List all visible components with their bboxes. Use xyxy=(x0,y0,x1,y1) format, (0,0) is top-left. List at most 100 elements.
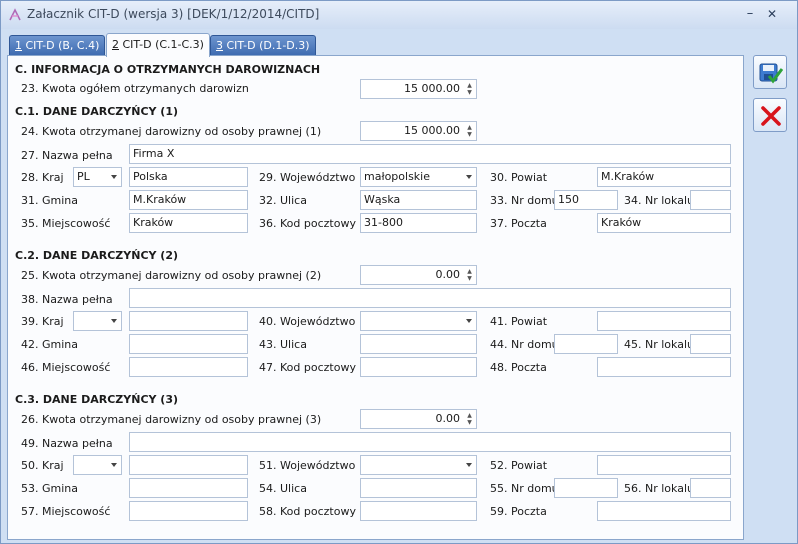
window-title: Załacznik CIT-D (wersja 3) [DEK/1/12/201… xyxy=(27,7,320,21)
donor-amount-value: 0.00 xyxy=(435,412,461,425)
donor-section-header: C.2. DANE DARCZYŃCY (2) xyxy=(15,249,179,262)
donor-name-input[interactable] xyxy=(129,432,731,452)
donor-house-label: 55. Nr domu xyxy=(490,482,559,495)
donor-house-input[interactable]: 150 xyxy=(554,190,618,210)
donor-voivodeship-select[interactable] xyxy=(360,311,477,331)
donor-country-code-select[interactable] xyxy=(73,311,122,331)
donor-flat-input[interactable] xyxy=(690,190,731,210)
donor-flat-label: 45. Nr lokalu xyxy=(624,338,694,351)
donor-county-label: 52. Powiat xyxy=(490,459,548,472)
donor-street-input[interactable]: Wąska xyxy=(360,190,477,210)
donor-country-value: Polska xyxy=(133,170,168,183)
donor-country-input[interactable]: Polska xyxy=(129,167,248,187)
donor-amount-input[interactable]: 15 000.00 ▲ ▼ xyxy=(360,121,477,141)
tab-key: 3 xyxy=(216,39,223,52)
donor-section-header: C.3. DANE DARCZYŃCY (3) xyxy=(15,393,179,406)
donor-house-input[interactable] xyxy=(554,334,618,354)
donor-commune-input[interactable]: M.Kraków xyxy=(129,190,248,210)
donor-county-label: 41. Powiat xyxy=(490,315,548,328)
donor-street-label: 32. Ulica xyxy=(259,194,307,207)
spin-arrows-icon[interactable]: ▲ ▼ xyxy=(465,124,474,138)
save-confirm-icon xyxy=(759,63,783,84)
donor-postcode-input[interactable]: 31-800 xyxy=(360,213,477,233)
donor-postcode-value: 31-800 xyxy=(364,216,403,229)
save-button[interactable] xyxy=(753,55,787,89)
total-donations-label: 23. Kwota ogółem otrzymanych darowizn xyxy=(21,82,249,95)
donor-city-input[interactable]: Kraków xyxy=(129,213,248,233)
donor-amount-label: 25. Kwota otrzymanej darowizny od osoby … xyxy=(21,269,322,282)
donor-postcode-input[interactable] xyxy=(360,501,477,521)
donor-name-label: 27. Nazwa pełna xyxy=(21,149,113,162)
close-button[interactable]: ✕ xyxy=(761,5,783,23)
donor-name-value: Firma X xyxy=(133,147,175,160)
donor-country-code-select[interactable]: PL xyxy=(73,167,122,187)
donor-post-label: 59. Poczta xyxy=(490,505,547,518)
spin-arrows-icon[interactable]: ▲ ▼ xyxy=(465,412,474,426)
donor-country-code-select[interactable] xyxy=(73,455,122,475)
donor-house-label: 33. Nr domu xyxy=(490,194,559,207)
chevron-down-icon xyxy=(466,463,472,467)
dialog-window: Załacznik CIT-D (wersja 3) [DEK/1/12/201… xyxy=(0,0,798,544)
donor-post-value: Kraków xyxy=(601,216,642,229)
donor-street-label: 54. Ulica xyxy=(259,482,307,495)
donor-commune-label: 31. Gmina xyxy=(21,194,78,207)
app-icon xyxy=(9,8,21,21)
donor-name-input[interactable] xyxy=(129,288,731,308)
donor-city-input[interactable] xyxy=(129,501,248,521)
minimize-button[interactable]: – xyxy=(739,5,761,23)
spin-arrows-icon[interactable]: ▲ ▼ xyxy=(465,268,474,282)
donor-commune-label: 53. Gmina xyxy=(21,482,78,495)
donor-county-input[interactable] xyxy=(597,311,731,331)
donor-commune-label: 42. Gmina xyxy=(21,338,78,351)
total-donations-input[interactable]: 15 000.00 ▲ ▼ xyxy=(360,79,477,99)
donor-name-label: 49. Nazwa pełna xyxy=(21,437,113,450)
donor-postcode-input[interactable] xyxy=(360,357,477,377)
donor-flat-input[interactable] xyxy=(690,478,731,498)
tab-cit-d-c1-c3[interactable]: 2 CIT-D (C.1-C.3) xyxy=(106,33,210,57)
chevron-down-icon xyxy=(111,175,117,179)
total-donations-value: 15 000.00 xyxy=(404,82,460,95)
donor-post-input[interactable] xyxy=(597,357,731,377)
tab-label: CIT-D (B, C.4) xyxy=(22,39,100,52)
donor-post-input[interactable]: Kraków xyxy=(597,213,731,233)
donor-commune-input[interactable] xyxy=(129,334,248,354)
donor-amount-value: 0.00 xyxy=(435,268,461,281)
tab-cit-d-d1-d3[interactable]: 3 CIT-D (D.1-D.3) xyxy=(210,35,316,55)
donor-commune-input[interactable] xyxy=(129,478,248,498)
donor-county-value: M.Kraków xyxy=(601,170,655,183)
donor-county-input[interactable]: M.Kraków xyxy=(597,167,731,187)
donor-voivodeship-label: 40. Województwo xyxy=(259,315,356,328)
donor-city-input[interactable] xyxy=(129,357,248,377)
donor-house-input[interactable] xyxy=(554,478,618,498)
chevron-down-icon xyxy=(466,175,472,179)
donor-amount-value: 15 000.00 xyxy=(404,124,460,137)
donor-amount-input[interactable]: 0.00 ▲ ▼ xyxy=(360,409,477,429)
donor-postcode-label: 58. Kod pocztowy xyxy=(259,505,356,518)
donor-county-input[interactable] xyxy=(597,455,731,475)
donor-street-input[interactable] xyxy=(360,334,477,354)
donor-street-input[interactable] xyxy=(360,478,477,498)
spin-arrows-icon[interactable]: ▲ ▼ xyxy=(465,82,474,96)
donor-section-header: C.1. DANE DARCZYŃCY (1) xyxy=(15,105,179,118)
donor-flat-input[interactable] xyxy=(690,334,731,354)
donor-voivodeship-select[interactable]: małopolskie xyxy=(360,167,477,187)
tab-key: 1 xyxy=(15,39,22,52)
donor-post-input[interactable] xyxy=(597,501,731,521)
donor-flat-label: 34. Nr lokalu xyxy=(624,194,694,207)
donor-house-value: 150 xyxy=(558,193,579,206)
chevron-down-icon xyxy=(111,319,117,323)
donor-amount-label: 24. Kwota otrzymanej darowizny od osoby … xyxy=(21,125,322,138)
donor-voivodeship-select[interactable] xyxy=(360,455,477,475)
donor-country-label: 50. Kraj xyxy=(21,459,64,472)
donor-country-input[interactable] xyxy=(129,311,248,331)
donor-city-value: Kraków xyxy=(133,216,174,229)
donor-amount-input[interactable]: 0.00 ▲ ▼ xyxy=(360,265,477,285)
donor-country-input[interactable] xyxy=(129,455,248,475)
chevron-down-icon xyxy=(111,463,117,467)
tab-cit-d-b-c4[interactable]: 1 CIT-D (B, C.4) xyxy=(9,35,106,55)
cancel-button[interactable] xyxy=(753,98,787,132)
donor-postcode-label: 47. Kod pocztowy xyxy=(259,361,356,374)
donor-flat-label: 56. Nr lokalu xyxy=(624,482,694,495)
donor-voivodeship-label: 29. Województwo xyxy=(259,171,356,184)
donor-name-input[interactable]: Firma X xyxy=(129,144,731,164)
